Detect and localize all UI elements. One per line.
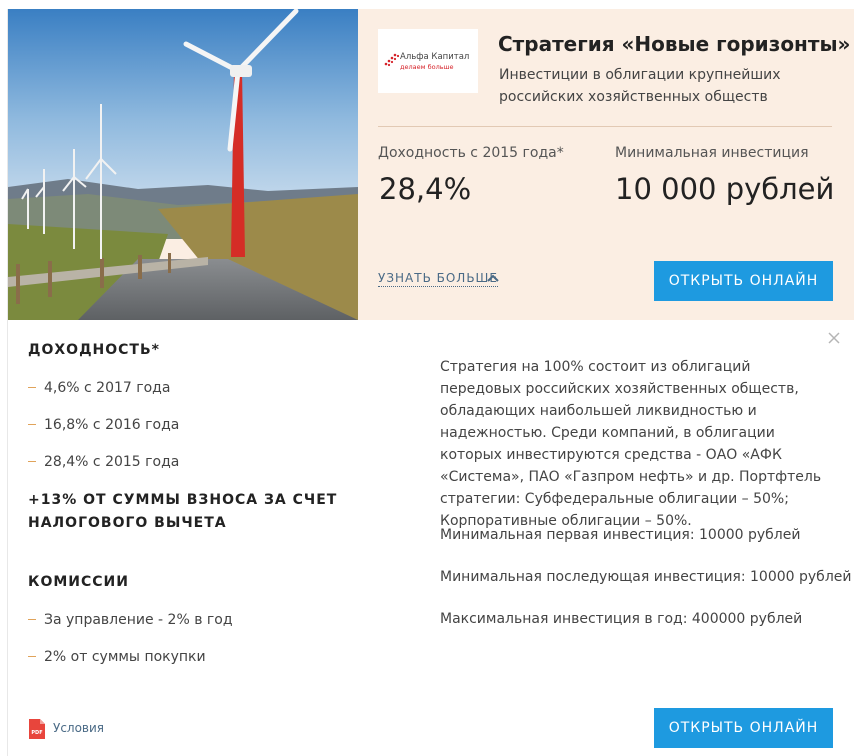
yield-heading: ДОХОДНОСТЬ* <box>28 342 160 358</box>
min-investment-label: Минимальная инвестиция <box>615 145 809 161</box>
chevron-up-icon[interactable] <box>486 273 500 283</box>
yield-item: 28,4% с 2015 года <box>44 454 180 470</box>
bullet-dash <box>28 423 36 425</box>
fee-item: 2% от суммы покупки <box>44 649 206 665</box>
fee-item: За управление - 2% в год <box>44 612 233 628</box>
logo-slogan: делаем больше <box>400 63 454 71</box>
page-title: Стратегия «Новые горизонты» <box>498 32 851 56</box>
open-online-button-bottom[interactable]: ОТКРЫТЬ ОНЛАЙН <box>654 708 833 748</box>
list-item: За управление - 2% в год <box>28 612 233 628</box>
strategy-card: Альфа Капитал делаем больше Стратегия «Н… <box>7 9 854 756</box>
bullet-dash <box>28 460 36 462</box>
tax-bonus-text: +13% ОТ СУММЫ ВЗНОСА ЗА СЧЕТ НАЛОГОВОГО … <box>28 492 338 531</box>
brand-dots-icon <box>384 53 399 67</box>
wind-turbines-photo <box>8 9 358 320</box>
close-icon[interactable] <box>827 331 841 345</box>
list-item: 4,6% с 2017 года <box>28 380 170 396</box>
list-item: 28,4% с 2015 года <box>28 454 179 470</box>
company-logo: Альфа Капитал делаем больше <box>378 29 478 93</box>
bullet-dash <box>28 618 36 620</box>
fees-heading: КОМИССИИ <box>28 574 129 590</box>
max-year-investment: Максимальная инвестиция в год: 400000 ру… <box>440 611 803 627</box>
learn-more-link[interactable]: УЗНАТЬ БОЛЬШЕ <box>378 271 498 287</box>
pdf-icon[interactable]: PDF <box>28 718 46 740</box>
yield-value: 28,4% <box>379 172 472 206</box>
page-subtitle: Инвестиции в облигации крупнейших россий… <box>499 67 781 105</box>
list-item: 16,8% с 2016 года <box>28 417 179 433</box>
min-investment-value: 10 000 рублей <box>615 172 835 206</box>
yield-item: 16,8% с 2016 года <box>44 417 180 433</box>
yield-item: 4,6% с 2017 года <box>44 380 171 396</box>
min-next-investment: Минимальная последующая инвестиция: 1000… <box>440 569 852 585</box>
strategy-description: Стратегия на 100% состоит из облигаций п… <box>440 359 822 529</box>
conditions-pdf-link[interactable]: Условия <box>53 721 104 735</box>
bullet-dash <box>28 386 36 388</box>
logo-name: Альфа Капитал <box>400 52 470 62</box>
bullet-dash <box>28 655 36 657</box>
divider <box>378 126 832 127</box>
min-first-investment: Минимальная первая инвестиция: 10000 руб… <box>440 527 801 543</box>
yield-label: Доходность с 2015 года* <box>378 145 564 161</box>
open-online-button[interactable]: ОТКРЫТЬ ОНЛАЙН <box>654 261 833 301</box>
list-item: 2% от суммы покупки <box>28 649 206 665</box>
strategy-header: Альфа Капитал делаем больше Стратегия «Н… <box>8 9 854 320</box>
pdf-icon-text: PDF <box>31 730 42 736</box>
